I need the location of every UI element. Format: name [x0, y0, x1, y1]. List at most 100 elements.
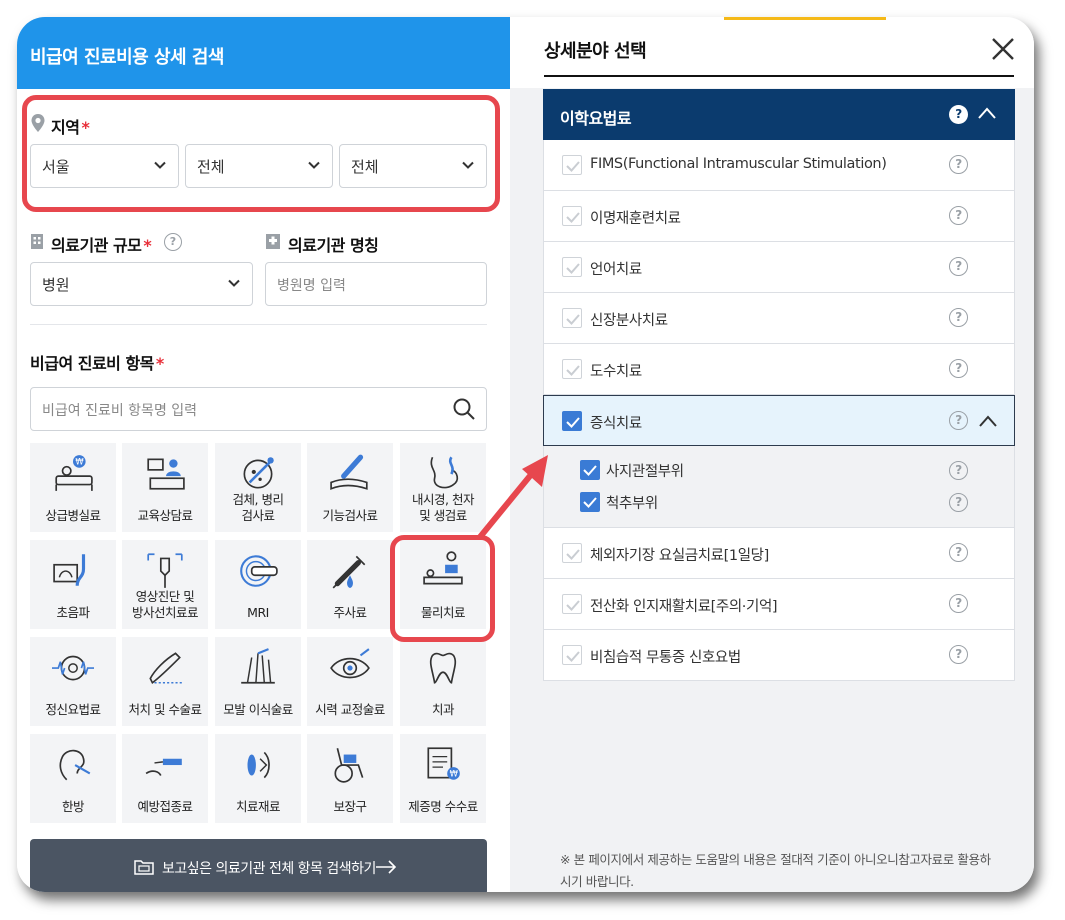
- search-icon[interactable]: [452, 397, 476, 421]
- category-tile-bed[interactable]: ₩ 상급병실료: [30, 443, 116, 532]
- detail-row[interactable]: 체외자기장 요실금치료[1일당]?: [543, 528, 1015, 579]
- chevron-down-icon: [228, 279, 240, 287]
- category-tile-tooth[interactable]: 치과: [400, 637, 486, 726]
- help-icon[interactable]: ?: [949, 461, 968, 480]
- category-tile-syringe[interactable]: 주사료: [307, 540, 393, 629]
- check-icon: [566, 549, 580, 560]
- counseling-icon: [147, 458, 185, 490]
- category-tile-label: 기능검사료: [307, 508, 393, 524]
- detail-panel: 상세분야 선택 이학요법료 ? FIMS(Functional Intramus…: [510, 17, 1034, 892]
- detail-row[interactable]: 도수치료?: [543, 344, 1015, 395]
- eye-icon: [330, 648, 370, 679]
- detail-row[interactable]: FIMS(Functional Intramuscular Stimulatio…: [543, 140, 1015, 191]
- institution-name-input[interactable]: 병원명 입력: [265, 262, 487, 306]
- category-tile-arm-test[interactable]: 기능검사료: [307, 443, 393, 532]
- detail-row[interactable]: 이명재훈련치료?: [543, 191, 1015, 242]
- category-tile-label-line: 정신요법료: [45, 702, 101, 717]
- category-tile-label-line: 제증명 수수료: [408, 799, 478, 814]
- detail-row[interactable]: 언어치료?: [543, 242, 1015, 293]
- header-divider: [544, 75, 1014, 77]
- check-icon: [583, 497, 597, 508]
- vaccine-icon: [145, 758, 182, 777]
- row-checkbox[interactable]: [562, 645, 582, 665]
- category-tile-label-line: 검사료: [241, 508, 275, 523]
- category-tile-counseling[interactable]: 교육상담료: [122, 443, 208, 532]
- check-icon: [566, 263, 580, 274]
- row-checkbox[interactable]: [562, 308, 582, 328]
- category-tile-lens[interactable]: 치료재료: [215, 734, 301, 823]
- check-icon: [566, 365, 580, 376]
- category-tile-ultrasound[interactable]: 초음파: [30, 540, 116, 629]
- search-panel: 비급여 진료비용 상세 검색 지역 * 서울 전체 전체 의료기관 규모 * ?…: [17, 17, 510, 892]
- building-icon: [31, 234, 43, 249]
- category-tile-vaccine[interactable]: 예방접종료: [122, 734, 208, 823]
- physical-therapy-highlight-box: [390, 535, 495, 642]
- category-tile-label-line: 치과: [431, 702, 455, 717]
- category-tile-label: 치료재료: [215, 799, 301, 815]
- category-tile-mri[interactable]: MRI: [215, 540, 301, 629]
- help-icon[interactable]: ?: [949, 308, 968, 327]
- category-tile-label-line: 치료재료: [235, 799, 281, 814]
- institution-size-label: 의료기관 규모 *: [51, 236, 152, 255]
- category-tile-label-line: MRI: [247, 605, 269, 620]
- chevron-up-icon[interactable]: [978, 414, 998, 428]
- brain-wave-icon: [52, 655, 94, 681]
- category-tile-label: 시력 교정술료: [307, 702, 393, 718]
- help-icon[interactable]: ?: [949, 594, 968, 613]
- check-icon: [566, 212, 580, 223]
- close-icon[interactable]: [990, 36, 1016, 62]
- tooth-icon: [429, 652, 457, 684]
- detail-row[interactable]: 신장분사치료?: [543, 293, 1015, 344]
- category-tile-label: 교육상담료: [122, 508, 208, 524]
- help-icon[interactable]: ?: [949, 493, 968, 512]
- svg-text:₩: ₩: [75, 457, 84, 467]
- sub-option-checkbox[interactable]: [580, 460, 600, 480]
- row-checkbox[interactable]: [562, 257, 582, 277]
- detail-row[interactable]: 비침습적 무통증 신호요법?: [543, 630, 1015, 681]
- row-checkbox[interactable]: [562, 155, 582, 175]
- help-icon[interactable]: ?: [949, 105, 968, 124]
- category-tile-xray[interactable]: 영상진단 및 방사선치료료: [122, 540, 208, 629]
- help-icon[interactable]: ?: [949, 359, 968, 378]
- row-checkbox[interactable]: [562, 206, 582, 226]
- help-icon[interactable]: ?: [949, 645, 968, 664]
- chevron-up-icon[interactable]: [977, 106, 997, 120]
- certificate-icon: ₩: [427, 747, 460, 780]
- category-tile-label-line: 영상진단 및: [135, 589, 195, 604]
- category-tile-certificate[interactable]: ₩ 제증명 수수료: [400, 734, 486, 823]
- category-tile-label-line: 모발 이식술료: [223, 702, 293, 717]
- row-checkbox[interactable]: [562, 594, 582, 614]
- institution-size-select[interactable]: 병원: [30, 262, 253, 306]
- check-icon: [566, 161, 580, 172]
- row-label: 체외자기장 요실금치료[1일당]: [590, 548, 769, 564]
- category-tile-label-line: 시력 교정술료: [315, 702, 385, 717]
- category-tile-label: 한방: [30, 799, 116, 815]
- detail-row[interactable]: 증식치료?: [543, 395, 1015, 446]
- check-icon: [566, 417, 580, 428]
- search-all-button[interactable]: 보고싶은 의료기관 전체 항목 검색하기: [30, 839, 487, 892]
- sub-option-checkbox[interactable]: [580, 492, 600, 512]
- detail-row[interactable]: 전산화 인지재활치료[주의·기억]?: [543, 579, 1015, 630]
- category-tile-label: 정신요법료: [30, 702, 116, 718]
- help-icon[interactable]: ?: [949, 155, 968, 174]
- row-checkbox[interactable]: [562, 543, 582, 563]
- category-tile-brain-wave[interactable]: 정신요법료: [30, 637, 116, 726]
- help-icon[interactable]: ?: [164, 233, 182, 251]
- row-checkbox[interactable]: [562, 359, 582, 379]
- help-icon[interactable]: ?: [949, 543, 968, 562]
- item-search-input[interactable]: 비급여 진료비 항목명 입력: [30, 387, 487, 431]
- help-icon[interactable]: ?: [949, 411, 968, 430]
- category-tile-surgery[interactable]: 처치 및 수술료: [122, 637, 208, 726]
- category-tile-specimen[interactable]: 검체, 병리 검사료: [215, 443, 301, 532]
- category-header[interactable]: 이학요법료 ?: [543, 89, 1015, 140]
- help-icon[interactable]: ?: [949, 257, 968, 276]
- category-tile-hair-transplant[interactable]: 모발 이식술료: [215, 637, 301, 726]
- row-checkbox[interactable]: [562, 411, 582, 431]
- category-tile-label: 보장구: [307, 799, 393, 815]
- wheelchair-icon: [334, 748, 364, 783]
- category-tile-wheelchair[interactable]: 보장구: [307, 734, 393, 823]
- category-tile-label: 검체, 병리 검사료: [215, 492, 301, 524]
- category-tile-acupuncture-ear[interactable]: 한방: [30, 734, 116, 823]
- help-icon[interactable]: ?: [949, 206, 968, 225]
- category-tile-eye[interactable]: 시력 교정술료: [307, 637, 393, 726]
